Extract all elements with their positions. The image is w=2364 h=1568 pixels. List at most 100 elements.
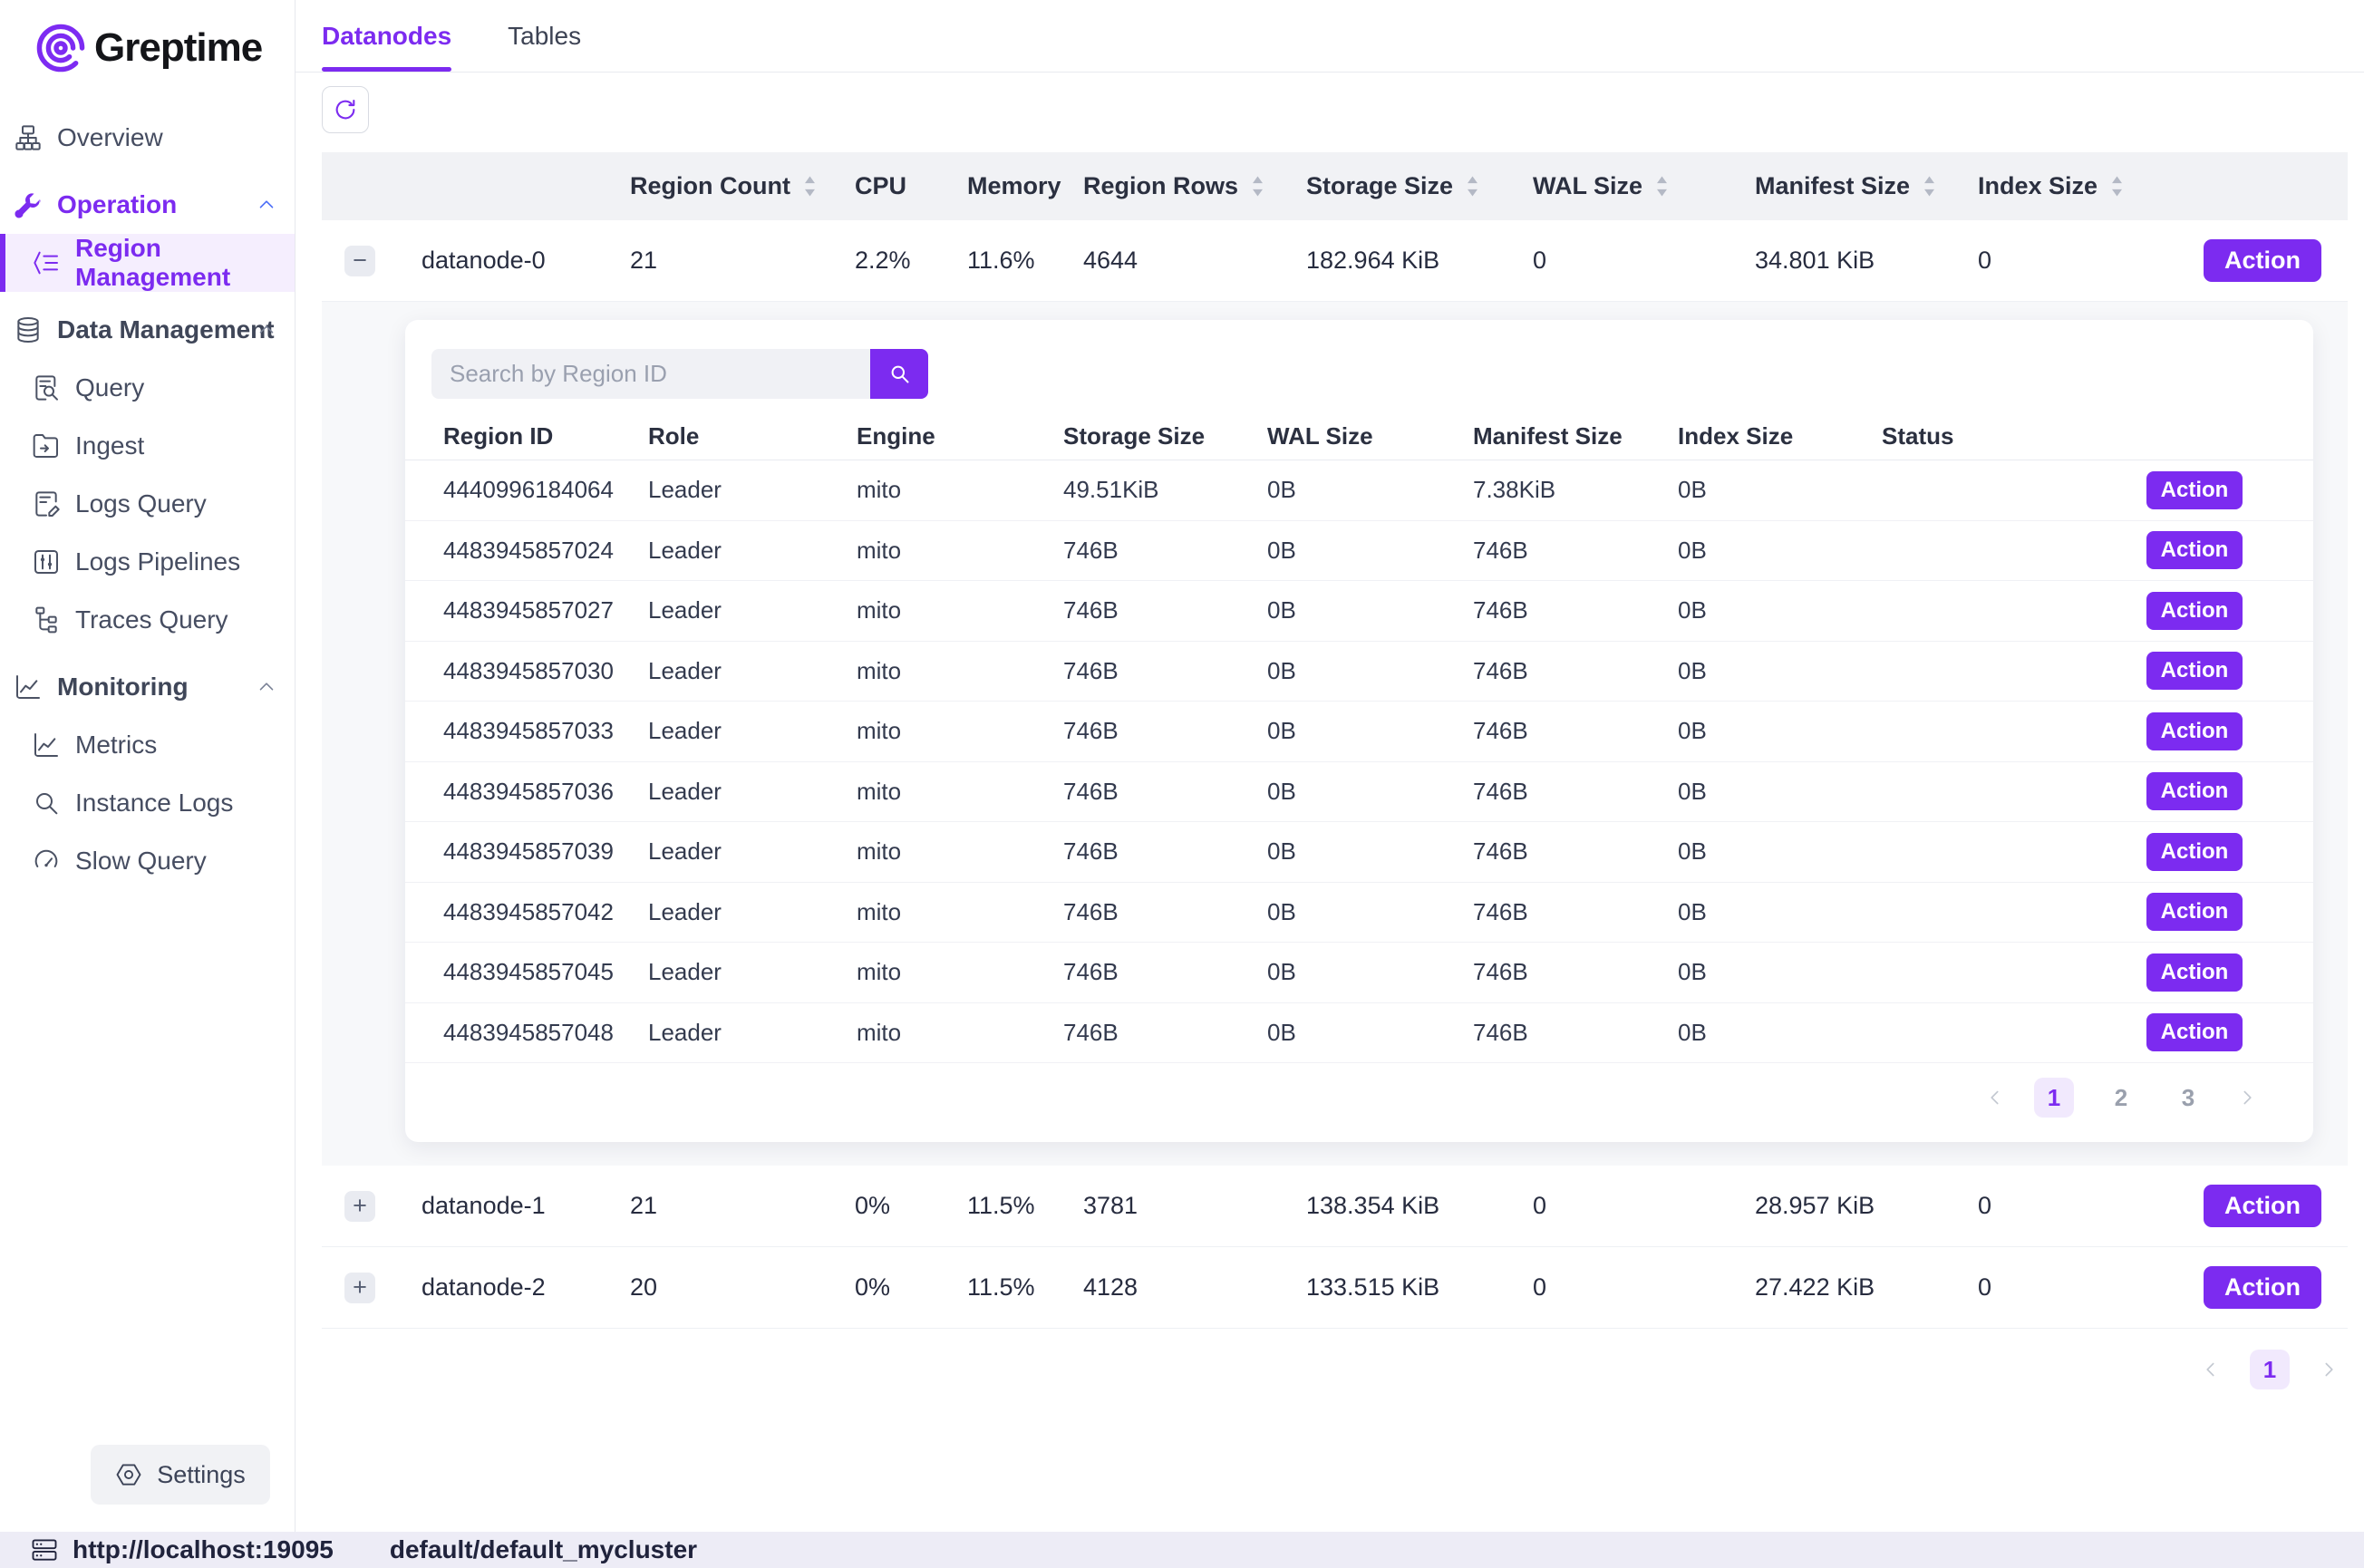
sort-icon[interactable]: [802, 174, 818, 198]
sort-icon[interactable]: [1465, 174, 1480, 198]
chevron-right-icon[interactable]: [2235, 1086, 2259, 1109]
status-bar: http://localhost:19095 default/default_m…: [0, 1532, 2364, 1568]
chevron-up-icon[interactable]: [255, 193, 278, 217]
search-button[interactable]: [870, 349, 928, 399]
chevron-left-icon[interactable]: [1983, 1086, 2007, 1109]
brand-name: Greptime: [94, 25, 262, 71]
sidebar-item-overview[interactable]: Overview: [0, 109, 295, 167]
sidebar-item-slow-query[interactable]: Slow Query: [0, 832, 295, 890]
expand-button[interactable]: +: [344, 1273, 375, 1303]
region-wal_size: 0B: [1267, 778, 1473, 806]
region-action-cell: Action: [2090, 712, 2313, 750]
sidebar-item-data-management[interactable]: Data Management: [0, 301, 295, 359]
region-role: Leader: [648, 837, 857, 866]
page-1[interactable]: 1: [2250, 1350, 2290, 1389]
page-1[interactable]: 1: [2034, 1078, 2074, 1118]
datanode-action-button[interactable]: Action: [2204, 239, 2321, 282]
region-wal_size: 0B: [1267, 837, 1473, 866]
datanode-row-datanode-0: −datanode-0212.2%11.6%4644182.964 KiB034…: [322, 220, 2348, 302]
sidebar-item-monitoring[interactable]: Monitoring: [0, 658, 295, 716]
datanode-cpu: 2.2%: [855, 247, 967, 275]
sidebar-item-label: Query: [75, 373, 144, 402]
region-region_id: 4483945857033: [443, 717, 648, 745]
column-header-storage-size: Storage Size: [1063, 422, 1267, 450]
chevron-up-icon[interactable]: [255, 318, 278, 342]
refresh-button[interactable]: [322, 86, 369, 133]
region-action-button[interactable]: Action: [2146, 592, 2243, 630]
sidebar-item-label: Logs Query: [75, 489, 207, 518]
datanode-memory: 11.5%: [967, 1192, 1083, 1220]
datanode-cpu: 0%: [855, 1273, 967, 1302]
region-row: 4483945857033Leadermito746B0B746B0BActio…: [405, 702, 2313, 762]
region-action-button[interactable]: Action: [2146, 1013, 2243, 1051]
sort-icon[interactable]: [1250, 174, 1265, 198]
region-storage_size: 746B: [1063, 717, 1267, 745]
region-action-button[interactable]: Action: [2146, 833, 2243, 871]
column-header-index-size[interactable]: Index Size: [1978, 172, 2194, 200]
tab-datanodes[interactable]: Datanodes: [322, 0, 451, 72]
region-action-button[interactable]: Action: [2146, 531, 2243, 569]
region-index_size: 0B: [1678, 596, 1882, 624]
region-row: 4440996184064Leadermito49.51KiB0B7.38KiB…: [405, 460, 2313, 521]
column-header-wal-size[interactable]: WAL Size: [1533, 172, 1755, 200]
column-header-manifest-size: Manifest Size: [1473, 422, 1678, 450]
region-management-icon: [32, 248, 61, 277]
region-action-button[interactable]: Action: [2146, 712, 2243, 750]
sidebar-item-traces-query[interactable]: Traces Query: [0, 591, 295, 649]
region-index_size: 0B: [1678, 657, 1882, 685]
chevron-up-icon[interactable]: [255, 675, 278, 699]
column-header-storage-size[interactable]: Storage Size: [1306, 172, 1533, 200]
settings-button[interactable]: Settings: [91, 1445, 270, 1505]
region-engine: mito: [857, 778, 1063, 806]
datanode-region_rows: 4128: [1083, 1273, 1306, 1302]
sidebar-item-operation[interactable]: Operation: [0, 176, 295, 234]
region-row: 4483945857045Leadermito746B0B746B0BActio…: [405, 943, 2313, 1003]
datanode-row-datanode-2: +datanode-2200%11.5%4128133.515 KiB027.4…: [322, 1247, 2348, 1329]
collapse-button[interactable]: −: [344, 246, 375, 276]
sidebar-item-logs-query[interactable]: Logs Query: [0, 475, 295, 533]
sidebar-item-query[interactable]: Query: [0, 359, 295, 417]
expand-button[interactable]: +: [344, 1191, 375, 1222]
region-action-button[interactable]: Action: [2146, 772, 2243, 810]
expand-cell: +: [322, 1191, 385, 1222]
tab-tables[interactable]: Tables: [508, 0, 581, 72]
ingest-icon: [32, 431, 61, 460]
region-storage_size: 746B: [1063, 537, 1267, 565]
region-index_size: 0B: [1678, 476, 1882, 504]
sidebar-item-region-management[interactable]: Region Management: [0, 234, 295, 292]
datanode-action-button[interactable]: Action: [2204, 1266, 2321, 1309]
sidebar-item-metrics[interactable]: Metrics: [0, 716, 295, 774]
column-header-region-count[interactable]: Region Count: [630, 172, 855, 200]
datanodes-pagination: 1: [322, 1350, 2348, 1389]
page-3[interactable]: 3: [2168, 1078, 2208, 1118]
column-header-manifest-size[interactable]: Manifest Size: [1755, 172, 1978, 200]
region-action-button[interactable]: Action: [2146, 953, 2243, 992]
sidebar-item-ingest[interactable]: Ingest: [0, 417, 295, 475]
region-storage_size: 746B: [1063, 778, 1267, 806]
sidebar-item-instance-logs[interactable]: Instance Logs: [0, 774, 295, 832]
column-header-region-rows[interactable]: Region Rows: [1083, 172, 1306, 200]
settings-label: Settings: [157, 1461, 246, 1489]
region-action-button[interactable]: Action: [2146, 471, 2243, 509]
datanode-region_rows: 3781: [1083, 1192, 1306, 1220]
datanode-region_count: 20: [630, 1273, 855, 1302]
region-manifest_size: 7.38KiB: [1473, 476, 1678, 504]
column-label: CPU: [855, 172, 906, 200]
statusbar-cluster[interactable]: default/default_mycluster: [390, 1535, 697, 1564]
sort-icon[interactable]: [1922, 174, 1937, 198]
sort-icon[interactable]: [1654, 174, 1670, 198]
sort-icon[interactable]: [2109, 174, 2125, 198]
datanode-action-button[interactable]: Action: [2204, 1185, 2321, 1227]
region-action-button[interactable]: Action: [2146, 652, 2243, 690]
region-action-button[interactable]: Action: [2146, 893, 2243, 931]
chevron-right-icon[interactable]: [2317, 1358, 2340, 1381]
metrics-icon: [32, 731, 61, 760]
column-label: WAL Size: [1533, 172, 1642, 200]
region-region_id: 4483945857045: [443, 958, 648, 986]
sidebar-item-logs-pipelines[interactable]: Logs Pipelines: [0, 533, 295, 591]
region-manifest_size: 746B: [1473, 837, 1678, 866]
sidebar-item-label: Traces Query: [75, 605, 228, 634]
page-2[interactable]: 2: [2101, 1078, 2141, 1118]
region-search-input[interactable]: [431, 349, 870, 399]
chevron-left-icon[interactable]: [2199, 1358, 2223, 1381]
